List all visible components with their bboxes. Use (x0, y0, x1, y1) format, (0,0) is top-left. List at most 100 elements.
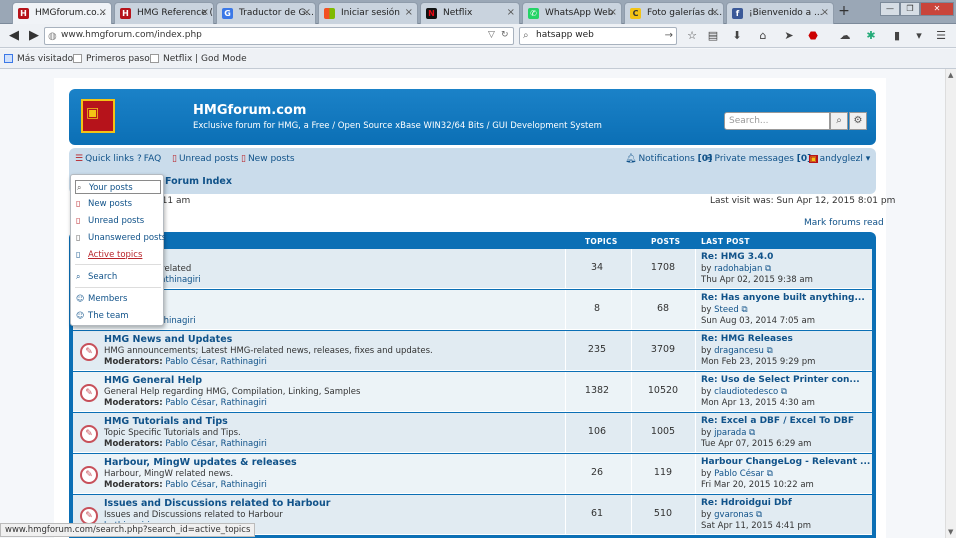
view-latest-post-icon[interactable]: ⧉ (741, 305, 747, 315)
home-icon[interactable]: ⌂ (756, 29, 770, 43)
tab-translator[interactable]: G Traductor de G... × (216, 2, 316, 24)
view-latest-post-icon[interactable]: ⧉ (781, 387, 787, 397)
bookmark-getting-started[interactable]: Primeros pasos (73, 54, 154, 64)
chat-icon[interactable]: ☁ (838, 29, 852, 43)
mark-forums-read-link[interactable]: Mark forums read (804, 218, 884, 228)
forum-row[interactable]: ✎ HMG General Help General Help regarding … (73, 372, 872, 412)
column-divider (565, 331, 566, 371)
quick-links-button[interactable]: ☰ Quick links (75, 154, 134, 164)
forum-row[interactable]: ✎ Harbour, MingW updates & releases Harbou… (73, 454, 872, 494)
adblock-icon[interactable]: ⬣ (806, 29, 820, 43)
dropdown-divider (75, 287, 161, 288)
forum-row[interactable]: ✎ HMG Tutorials and Tips Topic Specific Tu… (73, 413, 872, 453)
back-button[interactable]: ◀ (6, 28, 22, 44)
send-icon[interactable]: ➤ (782, 29, 796, 43)
reload-icon[interactable]: ↻ (501, 30, 509, 40)
tab-hmg-reference[interactable]: HHMG Reference (c)...× (114, 2, 214, 24)
last-post-title[interactable]: Harbour ChangeLog - Relevant ... (701, 457, 870, 467)
dropdown-item-members[interactable]: ☺ Members (75, 292, 161, 306)
last-post-author: by jparada ⧉ (701, 428, 756, 438)
close-tab-icon[interactable]: × (507, 7, 515, 18)
go-arrow-icon[interactable]: → (665, 30, 673, 41)
view-latest-post-icon[interactable]: ⧉ (765, 264, 771, 274)
tab-netflix[interactable]: N Netflix × (420, 2, 520, 24)
download-icon[interactable]: ⬇ (730, 29, 744, 43)
dropdown-item-your-posts[interactable]: ⌕ Your posts (75, 180, 161, 194)
close-tab-icon[interactable]: × (99, 7, 107, 18)
forum-row[interactable]: ✎versionersions 3.1.x related ablo César… (73, 249, 872, 289)
close-tab-icon[interactable]: × (405, 7, 413, 18)
user-menu[interactable]: ▣ andyglezl ▾ (809, 154, 870, 164)
forum-search-input[interactable]: Search... (724, 112, 830, 130)
advanced-search-button[interactable]: ⚙ (849, 112, 867, 130)
dropdown-arrow-icon[interactable]: ▽ (488, 30, 495, 40)
url-bar[interactable]: ◍ www.hmgforum.com/index.php ▽ ↻ (44, 27, 514, 45)
page-icon: ▯ (76, 216, 81, 225)
addon-icon[interactable]: ✱ (864, 29, 878, 43)
view-latest-post-icon[interactable]: ⧉ (767, 469, 773, 479)
faq-link[interactable]: ? FAQ (137, 154, 161, 164)
new-posts-link[interactable]: ▯ New posts (241, 154, 295, 164)
tab-facebook[interactable]: f ¡Bienvenido a ... × (726, 2, 834, 24)
tab-login[interactable]: Iniciar sesión × (318, 2, 418, 24)
tab-gallery[interactable]: C Foto galerías d... × (624, 2, 724, 24)
site-title[interactable]: HMGforum.com (193, 103, 306, 118)
forum-title[interactable]: HMG General Help (104, 375, 202, 386)
forum-title[interactable]: Issues and Discussions related to Harbou… (104, 498, 330, 509)
last-post-date: Sun Aug 03, 2014 7:05 am (701, 316, 816, 326)
view-latest-post-icon[interactable]: ⧉ (767, 346, 773, 356)
close-tab-icon[interactable]: × (821, 7, 829, 18)
posts-count: 3709 (650, 344, 676, 355)
chevron-down-icon[interactable]: ▾ (912, 29, 926, 43)
view-latest-post-icon[interactable]: ⧉ (749, 428, 755, 438)
search-button[interactable]: ⌕ (830, 112, 848, 130)
scroll-up-icon[interactable]: ▲ (948, 71, 953, 79)
forum-row[interactable]: ✎ blo César, Rathinagiri868Re: Has anyon… (73, 290, 872, 330)
close-tab-icon[interactable]: × (609, 7, 617, 18)
close-tab-icon[interactable]: × (303, 7, 311, 18)
site-logo[interactable]: ▣ (81, 99, 115, 133)
dropdown-item-unread-posts[interactable]: ▯ Unread posts (75, 214, 161, 228)
close-tab-icon[interactable]: × (201, 7, 209, 18)
reading-list-icon[interactable]: ▤ (706, 29, 720, 43)
clipboard-icon[interactable]: ▮ (890, 29, 904, 43)
bookmark-star-icon[interactable]: ☆ (685, 29, 699, 43)
tab-hmgforum[interactable]: H HMGforum.co... × (12, 2, 112, 25)
site-description: Exclusive forum for HMG, a Free / Open S… (193, 121, 602, 131)
scrollbar[interactable]: ▲ ▼ (945, 69, 956, 538)
notifications-link[interactable]: 🔔︎ Notifications [0] (625, 154, 712, 164)
forum-row[interactable]: ✎ HMG News and Updates HMG announcements; … (73, 331, 872, 371)
question-icon: ? (137, 154, 142, 164)
dropdown-item-search[interactable]: ⌕ Search (75, 270, 161, 284)
breadcrumb[interactable]: Forum Index (165, 176, 232, 187)
tab-whatsapp[interactable]: ✆ WhatsApp Web × (522, 2, 622, 24)
dropdown-item-unanswered-posts[interactable]: ▯ Unanswered posts (75, 231, 166, 245)
forward-button[interactable]: ▶ (26, 28, 42, 44)
dropdown-item-the-team[interactable]: ☺ The team (75, 309, 161, 323)
last-post-title[interactable]: Re: Has anyone built anything... (701, 293, 865, 303)
last-post-title[interactable]: Re: Excel a DBF / Excel To DBF (701, 416, 854, 426)
last-post-title[interactable]: Re: Uso de Select Printer con... (701, 375, 860, 385)
forum-title[interactable]: HMG News and Updates (104, 334, 232, 345)
bookmark-most-visited[interactable]: Más visitados (4, 54, 78, 64)
menu-icon[interactable]: ☰ (934, 29, 948, 43)
forum-title[interactable]: HMG Tutorials and Tips (104, 416, 228, 427)
new-tab-button[interactable]: + (836, 4, 852, 20)
close-tab-icon[interactable]: × (711, 7, 719, 18)
view-latest-post-icon[interactable]: ⧉ (756, 510, 762, 520)
last-post-title[interactable]: Re: HMG 3.4.0 (701, 252, 773, 262)
dropdown-item-new-posts[interactable]: ▯ New posts (75, 197, 161, 211)
minimize-button[interactable]: — (880, 2, 900, 16)
bookmark-netflix-godmode[interactable]: Netflix | God Mode (150, 54, 247, 64)
last-post-title[interactable]: Re: Hdroidgui Dbf (701, 498, 792, 508)
private-messages-link[interactable]: ✉ Private messages [0] (705, 154, 811, 164)
last-post-title[interactable]: Re: HMG Releases (701, 334, 793, 344)
unread-posts-link[interactable]: ▯ Unread posts (172, 154, 239, 164)
topics-count: 235 (587, 344, 607, 355)
scroll-down-icon[interactable]: ▼ (948, 528, 953, 536)
forum-title[interactable]: Harbour, MingW updates & releases (104, 457, 297, 468)
dropdown-item-active-topics[interactable]: ▯ Active topics (75, 248, 161, 262)
maximize-button[interactable]: ❐ (900, 2, 920, 16)
close-window-button[interactable]: ✕ (920, 2, 954, 16)
search-input[interactable]: ⌕ hatsapp web → (519, 27, 677, 45)
